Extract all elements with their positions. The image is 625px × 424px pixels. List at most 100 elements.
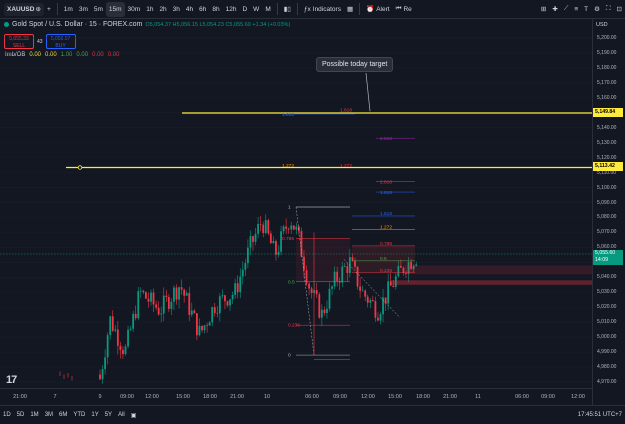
fib-icon[interactable]: ≡ [571, 2, 581, 17]
range-3m[interactable]: 3M [42, 412, 56, 418]
price-tick-label: 4,990.00 [597, 349, 617, 356]
fib-b-ext-label: 2.618 [380, 136, 392, 142]
range-1y[interactable]: 1Y [88, 412, 101, 418]
candle-body [127, 329, 129, 347]
timeframe-5m[interactable]: 5m [91, 2, 106, 17]
range-5y[interactable]: 5Y [102, 412, 115, 418]
price-tick-label: 5,180.00 [597, 64, 617, 71]
candle-body [275, 241, 277, 255]
timeframe-1m[interactable]: 1m [61, 2, 76, 17]
bottom-toolbar: 1D 5D 1M 3M 6M YTD 1Y 5Y All ▣ 17:45:51 UTC+7 [0, 405, 625, 424]
candle-body [254, 233, 257, 242]
timeframe-2h[interactable]: 2h [156, 2, 169, 17]
time-tick-label: 18:00 [203, 394, 217, 400]
timeframe-1h[interactable]: 1h [143, 2, 156, 17]
alert-icon: ⏰ [366, 6, 375, 13]
range-5d[interactable]: 5D [14, 412, 28, 418]
price-chart[interactable]: 1.618 1.618 1.272 1.272 1 0.786 0.5 0.236 0 1.618… [0, 19, 592, 388]
candle-body [213, 307, 216, 313]
timeframe-D[interactable]: D [239, 2, 250, 17]
timeframe-8h[interactable]: 8h [209, 2, 222, 17]
time-axis[interactable]: 21:00 7 9 09:00 12:00 15:00 18:00 21:00 10 06:00 0… [0, 388, 592, 405]
candle-body [234, 283, 237, 295]
range-1m[interactable]: 1M [27, 412, 41, 418]
price-tick-label: 5,030.00 [597, 289, 617, 296]
candle-body [285, 226, 288, 229]
indicators-button[interactable]: ƒx Indicators [301, 2, 344, 17]
candle-body [99, 374, 101, 380]
candle-body [160, 313, 163, 315]
price-tick-label: 5,160.00 [597, 94, 617, 101]
layout-icon[interactable]: ⊞ [538, 2, 549, 17]
candle-body [229, 299, 231, 306]
symbol-search[interactable]: XAUUSD ⊕ [4, 2, 44, 16]
timeframe-M[interactable]: M [262, 2, 273, 17]
price-tick-label: 5,090.00 [597, 199, 617, 206]
price-tick-label: 5,070.00 [597, 229, 617, 236]
symbol-dropdown-icon: ⊕ [35, 6, 41, 13]
time-tick-label: 09:00 [333, 394, 347, 400]
price-axis[interactable]: USD 5,200.00 5,190.00 5,180.00 5,170.00 5,16… [592, 19, 625, 405]
fib-a-label: 0.5 [288, 279, 295, 285]
time-tick-label: 21:00 [13, 394, 27, 400]
candle-body [282, 226, 285, 232]
timeframe-15m[interactable]: 15m [105, 1, 125, 17]
candle-body [364, 290, 367, 297]
trendline-icon[interactable]: ⟋ [561, 2, 572, 17]
candle-body [262, 224, 265, 234]
candle-body [155, 304, 157, 308]
timeframe-12h[interactable]: 12h [223, 2, 240, 17]
time-tick-label: 11 [475, 394, 481, 400]
text-tool-icon[interactable]: T [581, 2, 591, 17]
candle-body [152, 292, 155, 305]
replay-button[interactable]: ⏮ Re [393, 2, 415, 17]
range-6m[interactable]: 6M [56, 412, 70, 418]
timeframe-3h[interactable]: 3h [170, 2, 183, 17]
candle-body [326, 308, 328, 314]
indicators-icon: ƒx [303, 5, 311, 13]
candle-body [132, 313, 135, 329]
candle-body [198, 325, 201, 336]
range-ytd[interactable]: YTD [70, 412, 88, 418]
clock[interactable]: 17:45:51 UTC+7 [575, 412, 625, 418]
candle-body [369, 300, 372, 303]
templates-icon[interactable]: ▦ [344, 2, 356, 17]
candle-body [173, 287, 175, 302]
candle-body [292, 225, 295, 230]
candle-body [119, 345, 122, 350]
current-price-value: 5,055.60 [595, 250, 616, 256]
add-symbol-button[interactable]: + [44, 2, 54, 17]
timeframe-3m[interactable]: 3m [76, 2, 91, 17]
candle-body [387, 281, 390, 304]
currency-label[interactable]: USD [596, 22, 608, 28]
price-tick-label: 5,000.00 [597, 334, 617, 341]
timeframe-W[interactable]: W [250, 2, 262, 17]
fib-ext-label: 1.618 [282, 112, 294, 118]
fullscreen-icon[interactable]: ⛶ [603, 2, 614, 17]
range-all[interactable]: All [115, 412, 128, 418]
time-tick-label: 06:00 [515, 394, 529, 400]
alert-button[interactable]: ⏰ Alert [363, 2, 392, 17]
timeframe-4h[interactable]: 4h [183, 2, 196, 17]
symbol-name: XAUUSD [7, 5, 35, 13]
candle-body [178, 287, 180, 300]
date-range-icon[interactable]: ▣ [128, 412, 140, 419]
range-1d[interactable]: 1D [0, 412, 14, 418]
candle-body [104, 357, 106, 370]
timeframe-6h[interactable]: 6h [196, 2, 209, 17]
candle-body [310, 288, 313, 293]
settings-icon[interactable]: ⚙ [591, 2, 603, 17]
candle-body [249, 236, 252, 248]
candle-body [366, 296, 369, 303]
tradingview-logo[interactable]: 17 [6, 374, 17, 386]
snapshot-icon[interactable]: ⊡ [614, 2, 625, 17]
candle-body [323, 309, 326, 314]
annotation-callout[interactable]: Possible today target [316, 57, 394, 72]
time-tick-label: 9 [98, 394, 102, 400]
chart-type-icon[interactable]: ▮▯ [281, 2, 294, 17]
crosshair-icon[interactable]: ✚ [549, 2, 560, 17]
candle-body [392, 285, 395, 287]
price-tick-label: 5,020.00 [597, 304, 617, 311]
timeframe-30m[interactable]: 30m [125, 2, 144, 17]
candle-body [106, 335, 109, 358]
